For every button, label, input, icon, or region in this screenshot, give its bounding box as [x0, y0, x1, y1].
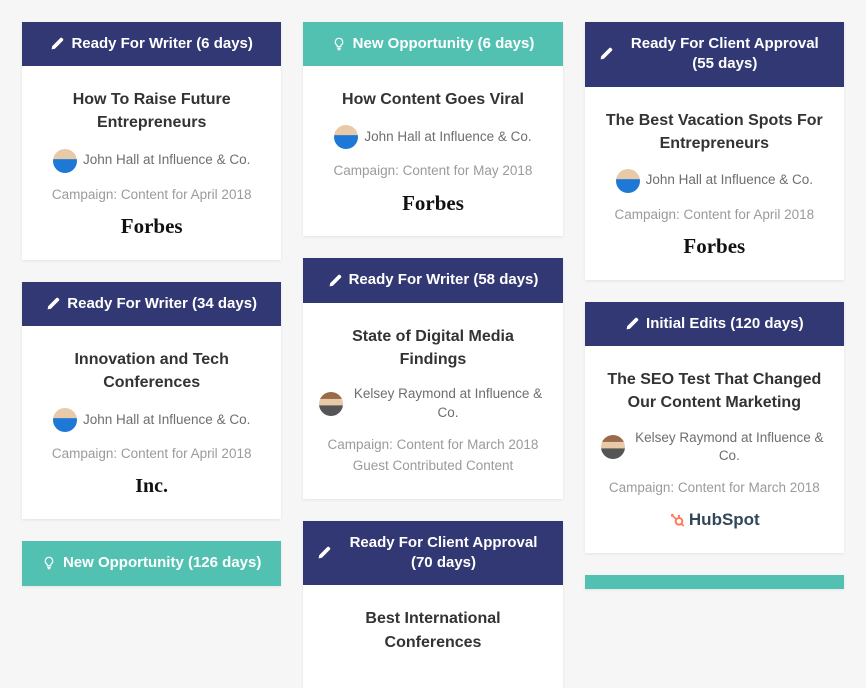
content-card[interactable]: Ready For Writer (34 days) Innovation and…	[22, 282, 281, 520]
card-status-label: Ready For Client Approval (55 days)	[620, 34, 830, 75]
card-status-header: Ready For Client Approval (70 days)	[303, 521, 562, 586]
card-author: John Hall at Influence & Co.	[319, 125, 546, 149]
card-campaign: Campaign: Content for May 2018	[319, 163, 546, 178]
card-title: State of Digital Media Findings	[319, 325, 546, 371]
card-campaign: Campaign: Content for April 2018	[601, 207, 828, 222]
pencil-icon	[50, 37, 64, 51]
brand-logo-inc: Inc.	[38, 473, 265, 499]
card-body: How To Raise Future Entrepreneurs John Ha…	[22, 66, 281, 259]
card-campaign: Campaign: Content for March 2018	[319, 437, 546, 452]
card-status-label: Ready For Writer (34 days)	[67, 294, 257, 314]
brand-logo-forbes: Forbes	[601, 234, 828, 260]
content-card[interactable]: Ready For Writer (58 days) State of Digit…	[303, 258, 562, 498]
content-board: Ready For Writer (6 days) How To Raise Fu…	[22, 22, 844, 688]
brand-label: Forbes	[683, 234, 745, 259]
card-status-header: Ready For Writer (6 days)	[22, 22, 281, 66]
pencil-icon	[317, 546, 331, 560]
board-column: Ready For Client Approval (55 days) The B…	[585, 22, 844, 589]
card-subline: Guest Contributed Content	[319, 458, 546, 473]
avatar	[334, 125, 358, 149]
card-author: John Hall at Influence & Co.	[38, 408, 265, 432]
card-status-label: Initial Edits (120 days)	[646, 314, 804, 334]
card-title: Innovation and Tech Conferences	[38, 348, 265, 394]
avatar	[319, 392, 343, 416]
card-title: The SEO Test That Changed Our Content Ma…	[601, 368, 828, 414]
avatar	[53, 149, 77, 173]
card-status-label: New Opportunity (126 days)	[63, 553, 261, 573]
author-text: John Hall at Influence & Co.	[83, 411, 250, 430]
pencil-icon	[599, 47, 613, 61]
hubspot-icon	[669, 512, 685, 528]
pencil-icon	[46, 297, 60, 311]
brand-label: Forbes	[121, 214, 183, 239]
content-card[interactable]: Ready For Client Approval (70 days) Best …	[303, 521, 562, 688]
brand-label: Forbes	[402, 191, 464, 216]
author-text: Kelsey Raymond at Influence & Co.	[349, 385, 546, 423]
card-body: The SEO Test That Changed Our Content Ma…	[585, 346, 844, 553]
card-status-header: Ready For Writer (58 days)	[303, 258, 562, 302]
brand-logo-forbes: Forbes	[319, 190, 546, 216]
card-status-label: Ready For Client Approval (70 days)	[338, 533, 548, 574]
card-author: John Hall at Influence & Co.	[601, 169, 828, 193]
card-campaign: Campaign: Content for March 2018	[601, 480, 828, 495]
card-author: John Hall at Influence & Co.	[38, 149, 265, 173]
board-column: New Opportunity (6 days) How Content Goes…	[303, 22, 562, 688]
card-body: Best International Conferences	[303, 585, 562, 687]
author-text: John Hall at Influence & Co.	[646, 171, 813, 190]
card-title: The Best Vacation Spots For Entrepreneur…	[601, 109, 828, 155]
content-card[interactable]: Initial Edits (120 days) The SEO Test Tha…	[585, 302, 844, 553]
card-title: How To Raise Future Entrepreneurs	[38, 88, 265, 134]
card-status-header: New Opportunity (126 days)	[22, 541, 281, 585]
brand-label: HubSpot	[689, 510, 760, 530]
card-author: Kelsey Raymond at Influence & Co.	[319, 385, 546, 423]
content-card[interactable]: Ready For Client Approval (55 days) The B…	[585, 22, 844, 280]
author-text: John Hall at Influence & Co.	[364, 128, 531, 147]
content-card[interactable]: New Opportunity (126 days)	[22, 541, 281, 585]
author-text: Kelsey Raymond at Influence & Co.	[631, 429, 828, 467]
card-status-header: Initial Edits (120 days)	[585, 302, 844, 346]
card-status-header: New Opportunity (6 days)	[303, 22, 562, 66]
card-campaign: Campaign: Content for April 2018	[38, 446, 265, 461]
card-title: Best International Conferences	[319, 607, 546, 653]
content-card[interactable]: Ready For Writer (6 days) How To Raise Fu…	[22, 22, 281, 260]
card-title: How Content Goes Viral	[319, 88, 546, 111]
avatar	[53, 408, 77, 432]
board-column: Ready For Writer (6 days) How To Raise Fu…	[22, 22, 281, 586]
content-card[interactable]: New Opportunity (6 days) How Content Goes…	[303, 22, 562, 236]
card-status-label: New Opportunity (6 days)	[353, 34, 535, 54]
brand-logo-forbes: Forbes	[38, 214, 265, 240]
lightbulb-icon	[332, 37, 346, 51]
brand-logo-hubspot: HubSpot	[601, 507, 828, 533]
card-status-header: Ready For Writer (34 days)	[22, 282, 281, 326]
pencil-icon	[625, 317, 639, 331]
card-status-label: Ready For Writer (58 days)	[349, 270, 539, 290]
author-text: John Hall at Influence & Co.	[83, 151, 250, 170]
avatar	[601, 435, 625, 459]
card-body: State of Digital Media Findings Kelsey Ra…	[303, 303, 562, 499]
card-body: The Best Vacation Spots For Entrepreneur…	[585, 87, 844, 280]
brand-label: Inc.	[135, 475, 168, 498]
lightbulb-icon	[42, 556, 56, 570]
card-campaign: Campaign: Content for April 2018	[38, 187, 265, 202]
card-body: How Content Goes Viral John Hall at Influ…	[303, 66, 562, 236]
card-body: Innovation and Tech Conferences John Hall…	[22, 326, 281, 519]
avatar	[616, 169, 640, 193]
card-author: Kelsey Raymond at Influence & Co.	[601, 429, 828, 467]
card-status-header: Ready For Client Approval (55 days)	[585, 22, 844, 87]
pencil-icon	[328, 274, 342, 288]
card-partial-strip[interactable]	[585, 575, 844, 589]
card-status-label: Ready For Writer (6 days)	[71, 34, 252, 54]
